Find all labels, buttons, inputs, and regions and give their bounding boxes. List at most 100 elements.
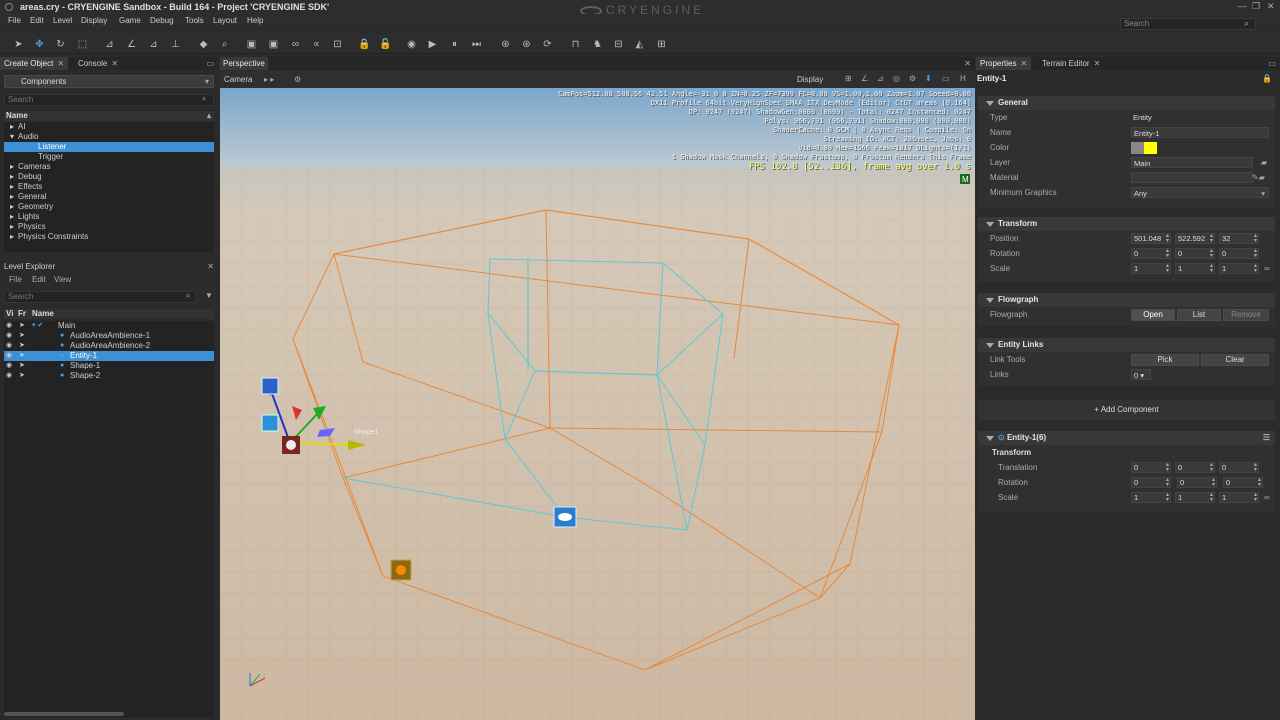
vertex-snap-icon[interactable]: ◆ (198, 39, 209, 50)
magnet-icon[interactable]: ⌕ (219, 39, 230, 50)
close-icon[interactable]: ✕ (964, 59, 971, 68)
menu-tools[interactable]: Tools (185, 16, 204, 25)
components-dropdown[interactable]: Components ▾ (4, 75, 214, 88)
pick-button[interactable]: Pick (1131, 354, 1199, 366)
tab-perspective[interactable]: Perspective (220, 57, 268, 70)
menu-level[interactable]: Level (53, 16, 72, 25)
select-all-icon[interactable]: ⊡ (332, 39, 343, 50)
play-icon[interactable]: ▶ (427, 39, 438, 50)
component-tree-item[interactable]: ▸ Cameras (4, 162, 214, 172)
close-icon[interactable]: ✕ (1094, 59, 1101, 68)
expand-arrow-icon[interactable]: ▸ (10, 202, 18, 212)
sync-icon[interactable]: ⊛ (521, 39, 532, 50)
le-menu-view[interactable]: View (54, 275, 71, 284)
comp-rotation-y-field[interactable]: 0 ▴ ▾ (1177, 477, 1217, 488)
expand-arrow-icon[interactable]: ▸ (10, 212, 18, 222)
position-y-field[interactable]: 522.592 ▴ ▾ (1175, 233, 1215, 244)
component-tree-item[interactable]: ▸ AI (4, 122, 214, 132)
character-icon[interactable]: ♞ (592, 39, 603, 50)
link-scale-icon[interactable]: ∞ (1264, 261, 1270, 276)
close-icon[interactable]: ✕ (111, 59, 118, 68)
snap-grid-icon[interactable]: ⊿ (104, 39, 115, 50)
name-field[interactable]: Entity-1 (1131, 127, 1269, 138)
angle-icon[interactable]: ∠ (861, 74, 868, 83)
terrain-icon[interactable]: ◭ (634, 39, 645, 50)
snap-angle-icon[interactable]: ∠ (126, 39, 137, 50)
pin-icon[interactable]: ⬇ (925, 74, 932, 83)
menu-debug[interactable]: Debug (150, 16, 174, 25)
filter-icon[interactable]: ▼ (205, 291, 213, 300)
component-tree-item[interactable]: ▸ General (4, 192, 214, 202)
unlock-icon[interactable]: 🔓 (379, 39, 391, 50)
rotation-x-field[interactable]: 0 ▴ ▾ (1131, 248, 1171, 259)
expand-arrow-icon[interactable]: ▸ (10, 122, 18, 132)
material-field[interactable] (1131, 172, 1253, 183)
maximize-viewport-icon[interactable]: ▭ (942, 74, 950, 83)
expand-arrow-icon[interactable]: ▸ (10, 162, 18, 172)
menu-file[interactable]: File (8, 16, 21, 25)
expand-arrow-icon[interactable]: ▸ (10, 192, 18, 202)
transform-header[interactable]: Transform (978, 217, 1275, 231)
rotation-z-field[interactable]: 0 ▴ ▾ (1219, 248, 1259, 259)
link-scale-icon[interactable]: ∞ (1264, 490, 1270, 505)
clear-button[interactable]: Clear (1201, 354, 1269, 366)
component-tree-item[interactable]: ▸ Geometry (4, 202, 214, 212)
entity-links-header[interactable]: Entity Links (978, 338, 1275, 352)
comp-scale-z-field[interactable]: 1 ▴ ▾ (1219, 492, 1259, 503)
expand-arrow-icon[interactable]: ▸ (10, 232, 18, 242)
component-tree-item[interactable]: ▸ Lights (4, 212, 214, 222)
component-tree-item[interactable]: ▸ Effects (4, 182, 214, 192)
component-tree-item[interactable]: ▸ Physics (4, 222, 214, 232)
flowgraph-header[interactable]: Flowgraph (978, 293, 1275, 307)
visibility-eye-icon[interactable]: ◉ (6, 331, 12, 341)
visibility-eye-icon[interactable]: ◉ (6, 341, 12, 351)
layer-field[interactable]: Main (1131, 157, 1253, 168)
step-icon[interactable]: ⏭ (471, 39, 482, 50)
move-tool-icon[interactable]: ✥ (34, 39, 45, 50)
component-tree-item[interactable]: ▸ Debug (4, 172, 214, 182)
select-parent-icon[interactable]: ▣ (268, 39, 279, 50)
expand-arrow-icon[interactable]: ▸ (10, 222, 18, 232)
comp-rotation-x-field[interactable]: 0 ▴ ▾ (1131, 477, 1171, 488)
component-tree-item[interactable]: Listener (4, 142, 214, 152)
horizontal-scrollbar[interactable] (4, 712, 124, 716)
scale-snap-icon[interactable]: ⊿ (877, 74, 884, 83)
help-icon[interactable]: H (960, 74, 966, 83)
column-name[interactable]: Name (32, 309, 54, 318)
list-button[interactable]: List (1177, 309, 1221, 321)
expand-arrow-icon[interactable]: ▾ (10, 132, 18, 142)
tab-create-object[interactable]: Create Object ✕ (0, 57, 69, 70)
menu-icon[interactable]: ☰ (1263, 431, 1270, 445)
level-tree-item[interactable]: ◉ ➤ ▾ ✔ Main (4, 321, 214, 331)
prefab-icon[interactable]: ⊟ (613, 39, 624, 50)
maximize-icon[interactable]: ❐ (1252, 1, 1260, 12)
level-tree-item[interactable]: ◉ ➤ ● AudioAreaAmbience-1 (4, 331, 214, 341)
target-icon[interactable]: ◎ (893, 74, 900, 83)
level-search-input[interactable]: Search (4, 291, 196, 303)
scale-z-field[interactable]: 1 ▴ ▾ (1219, 263, 1259, 274)
add-component-button[interactable]: + Add Component (978, 400, 1275, 420)
freeze-cursor-icon[interactable]: ➤ (19, 331, 25, 341)
reload-icon[interactable]: ⟳ (542, 39, 553, 50)
display-menu[interactable]: Display (797, 75, 823, 84)
terrain-snap-icon[interactable]: ⊥ (170, 39, 181, 50)
minimize-icon[interactable]: — (1238, 1, 1247, 11)
rotate-tool-icon[interactable]: ↻ (55, 39, 66, 50)
menu-help[interactable]: Help (247, 16, 263, 25)
component-header[interactable]: ⊙ Entity-1(6) ☰ (978, 431, 1275, 445)
tab-terrain-editor[interactable]: Terrain Editor ✕ (1038, 57, 1104, 70)
camera-options-icon[interactable]: ⚙ (294, 75, 301, 84)
scale-y-field[interactable]: 1 ▴ ▾ (1175, 263, 1215, 274)
ai-physics-icon[interactable]: ⊛ (500, 39, 511, 50)
menu-layout[interactable]: Layout (213, 16, 237, 25)
comp-rotation-z-field[interactable]: 0 ▴ ▾ (1223, 477, 1263, 488)
translation-y-field[interactable]: 0 ▴ ▾ (1175, 462, 1215, 473)
le-menu-file[interactable]: File (9, 275, 22, 284)
visibility-eye-icon[interactable]: ◉ (6, 351, 12, 361)
pause-icon[interactable]: ⏸ (449, 39, 460, 50)
camera-chevron-icon[interactable]: ▸ ▸ (264, 75, 274, 84)
position-z-field[interactable]: 32 ▴ ▾ (1219, 233, 1259, 244)
snap-scale-icon[interactable]: ⊿ (148, 39, 159, 50)
general-header[interactable]: General (978, 96, 1275, 110)
freeze-cursor-icon[interactable]: ➤ (19, 351, 25, 361)
